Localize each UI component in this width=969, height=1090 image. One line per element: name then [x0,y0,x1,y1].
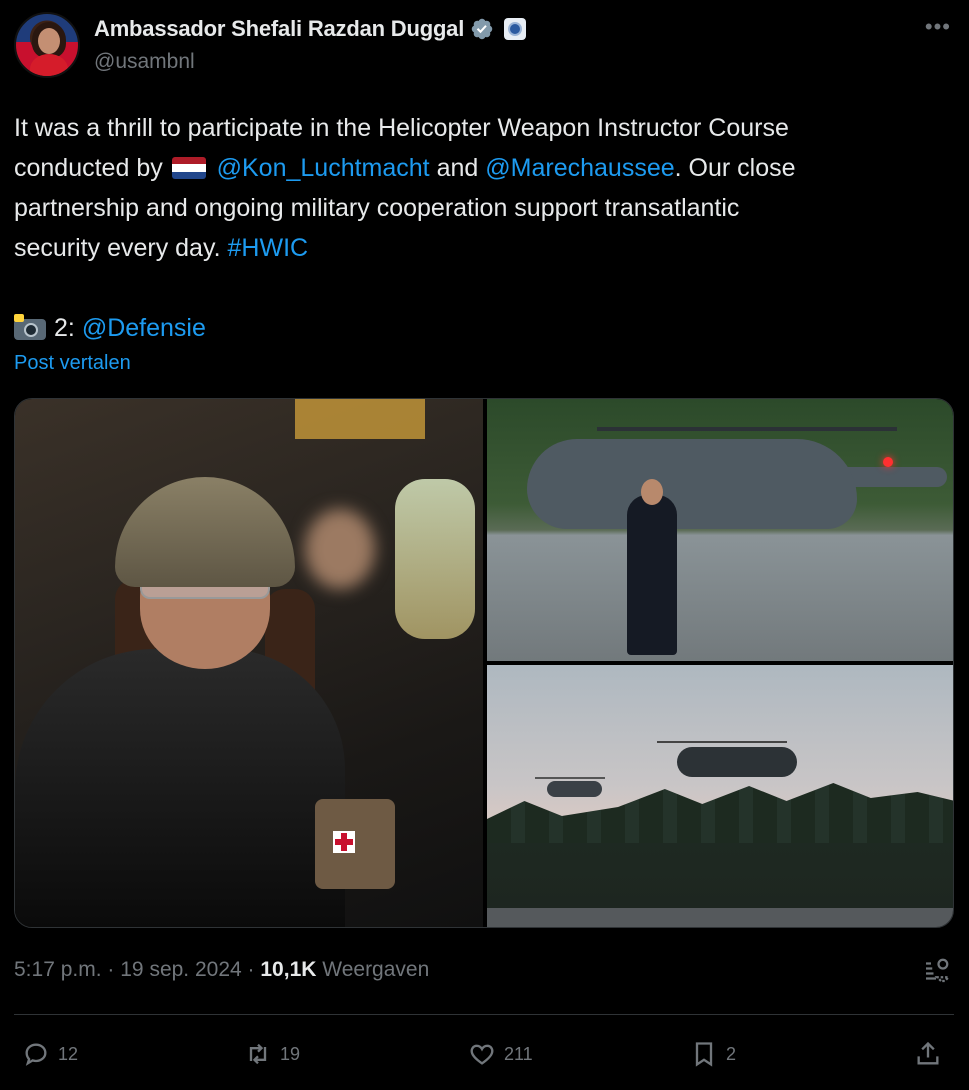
like-count: 211 [504,1043,533,1064]
verified-badge-icon [471,18,493,40]
photo-detail [641,479,663,505]
author-handle[interactable]: @usambnl [94,50,195,74]
post-meta: 5:17 p.m. · 19 sep. 2024 · 10,1K Weergav… [14,958,429,982]
photo-detail [15,649,345,927]
post-text-segment: and [436,154,479,182]
photo-detail [315,799,395,889]
post-text-segment: . Our close [674,154,796,182]
meta-separator: · [247,958,255,981]
more-options-icon[interactable]: ••• [925,14,951,40]
photo-detail [395,479,475,639]
avatar-face [38,28,60,54]
divider [14,1014,954,1015]
photo-detail [657,741,787,743]
reply-count: 12 [58,1043,79,1064]
repost-button[interactable]: 19 [244,1040,300,1068]
bookmark-button[interactable]: 2 [690,1040,736,1068]
heart-icon [470,1044,494,1065]
camera-flash-icon [14,314,46,340]
photo-detail [305,509,375,589]
share-icon [917,1041,939,1065]
author-avatar[interactable] [14,12,80,78]
medical-cross-icon [333,831,355,853]
hashtag-hwic[interactable]: #HWIC [228,234,309,262]
reply-icon [25,1043,47,1066]
meta-separator: · [107,958,115,981]
mention-defensie[interactable]: @Defensie [82,314,206,342]
photo-helicopters-flying[interactable] [487,665,953,927]
post-text-segment: conducted by [14,154,163,182]
like-button[interactable]: 211 [468,1040,533,1068]
post-text: It was a thrill to participate in the He… [14,108,954,348]
bookmark-count: 2 [726,1043,737,1064]
translate-post-link[interactable]: Post vertalen [14,352,131,375]
post-text-segment: 2: [54,314,75,342]
post-text-segment: security every day. [14,234,221,262]
post-line-3: partnership and ongoing military coopera… [14,194,740,222]
avatar-body [30,54,68,76]
post-line-1: It was a thrill to participate in the He… [14,114,789,142]
post-line-2: conducted by @Kon_Luchtmacht and @Marech… [14,148,954,188]
repost-icon [249,1043,267,1065]
photo-helicopter-ground[interactable] [487,399,953,661]
mention-kon-luchtmacht[interactable]: @Kon_Luchtmacht [217,154,430,182]
post-time[interactable]: 5:17 p.m. [14,958,102,981]
photo-detail [527,439,857,529]
analytics-icon[interactable] [921,956,951,986]
photo-helicopter-interior[interactable] [15,399,483,927]
post-line-4: security every day. #HWIC [14,228,954,268]
post-date[interactable]: 19 sep. 2024 [120,958,241,981]
photo-detail [883,457,893,467]
mention-marechaussee[interactable]: @Marechaussee [485,154,674,182]
author-name[interactable]: Ambassador Shefali Razdan Duggal [94,16,464,42]
reply-button[interactable]: 12 [22,1040,78,1068]
media-grid [14,398,954,928]
photo-detail [535,777,605,779]
repost-count: 19 [280,1043,301,1064]
author-name-row: Ambassador Shefali Razdan Duggal [94,16,527,42]
government-affiliation-icon[interactable] [504,18,527,40]
photo-detail [677,747,797,777]
views-label: Weergaven [322,958,430,981]
post-line-photo-credit: 2: @Defensie [14,308,954,348]
photo-detail [627,495,677,655]
netherlands-flag-icon [171,157,206,179]
photo-detail [115,477,295,587]
share-button[interactable] [914,1040,942,1068]
photo-detail [597,427,897,431]
photo-detail [547,781,602,797]
photo-detail [295,399,425,439]
views-count: 10,1K [260,958,317,981]
bookmark-icon [695,1042,713,1067]
